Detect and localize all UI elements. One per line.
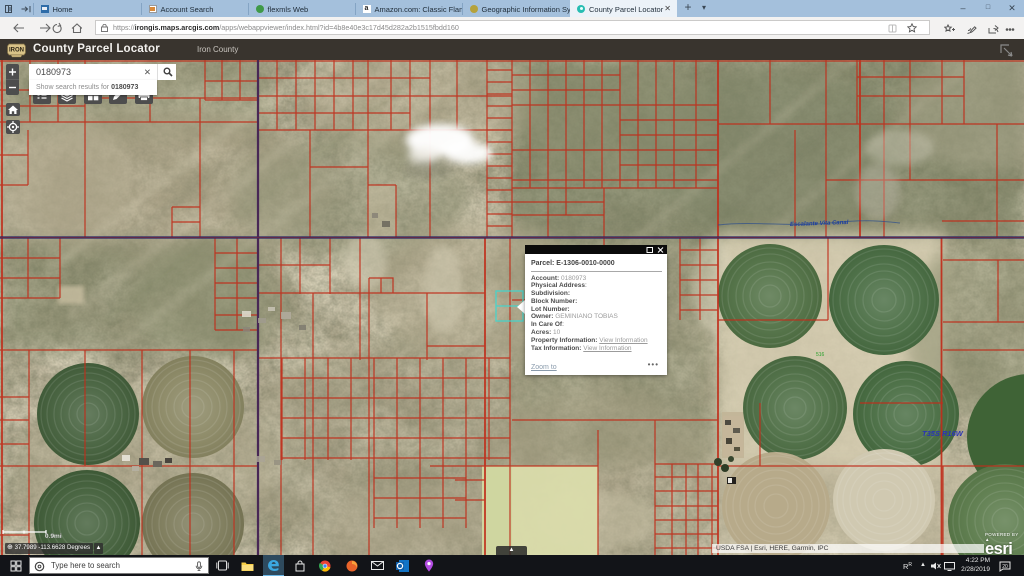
svg-text:0.9mi: 0.9mi	[45, 533, 62, 540]
svg-text:20: 20	[1002, 563, 1008, 569]
svg-text:T35S R16W: T35S R16W	[922, 429, 964, 438]
svg-text:IRON: IRON	[9, 47, 24, 53]
svg-text:516: 516	[816, 352, 825, 358]
